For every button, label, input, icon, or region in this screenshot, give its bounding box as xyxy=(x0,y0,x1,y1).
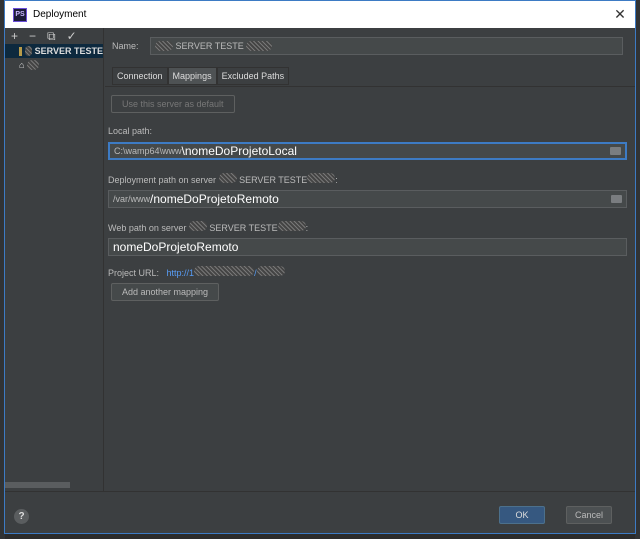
tab-connection[interactable]: Connection xyxy=(112,67,168,85)
redacted xyxy=(155,41,173,51)
title-bar: PS Deployment ✕ xyxy=(5,1,635,28)
project-url-link[interactable]: http://1 xyxy=(167,268,195,278)
dialog-footer: ? OK Cancel xyxy=(5,491,635,533)
server-item[interactable]: SERVER TESTE xyxy=(5,44,103,58)
redacted xyxy=(219,173,237,183)
server-list-panel: + − ⧉ ✓ SERVER TESTE ⌂ xyxy=(5,28,104,491)
copy-server-button[interactable]: ⧉ xyxy=(47,29,56,44)
deployment-path-input[interactable]: /var/www/nomeDoProjetoRemoto xyxy=(108,190,627,208)
sftp-icon xyxy=(19,47,22,56)
use-as-default-button[interactable]: Use this server as default xyxy=(111,95,235,113)
remove-server-button[interactable]: − xyxy=(29,29,36,43)
window-title: Deployment xyxy=(33,9,86,20)
name-input[interactable]: SERVER TESTE xyxy=(150,37,623,55)
redacted xyxy=(194,266,254,276)
redacted xyxy=(25,46,31,56)
add-server-button[interactable]: + xyxy=(11,29,18,43)
folder-icon[interactable] xyxy=(610,147,621,155)
tab-mappings[interactable]: Mappings xyxy=(168,67,217,85)
home-icon: ⌂ xyxy=(19,60,24,70)
add-mapping-button[interactable]: Add another mapping xyxy=(111,283,219,301)
server-config-panel: Name: SERVER TESTE Connection Mappings E… xyxy=(105,28,635,491)
deployment-dialog: PS Deployment ✕ + − ⧉ ✓ SERVER TESTE ⌂ N… xyxy=(4,0,636,534)
name-label: Name: xyxy=(112,41,139,51)
local-path-input[interactable]: C:\wamp64\www\nomeDoProjetoLocal xyxy=(108,142,627,160)
redacted xyxy=(189,221,207,231)
redacted xyxy=(27,60,39,70)
web-root-item[interactable]: ⌂ xyxy=(5,58,103,72)
redacted xyxy=(257,266,285,276)
phpstorm-icon: PS xyxy=(13,8,27,22)
web-path-label: Web path on server xyxy=(108,223,186,233)
local-path-label: Local path: xyxy=(108,126,627,136)
cancel-button[interactable]: Cancel xyxy=(566,506,612,524)
folder-icon[interactable] xyxy=(611,195,622,203)
project-url-label: Project URL: xyxy=(108,268,159,278)
web-path-input[interactable]: nomeDoProjetoRemoto xyxy=(108,238,627,256)
horizontal-scrollbar[interactable] xyxy=(5,482,70,488)
redacted xyxy=(246,41,272,51)
redacted xyxy=(307,173,335,183)
set-default-button[interactable]: ✓ xyxy=(67,29,77,43)
help-button[interactable]: ? xyxy=(14,509,29,524)
ok-button[interactable]: OK xyxy=(499,506,545,524)
tab-excluded-paths[interactable]: Excluded Paths xyxy=(217,67,290,85)
redacted xyxy=(278,221,306,231)
deployment-path-label: Deployment path on server xyxy=(108,175,216,185)
close-button[interactable]: ✕ xyxy=(605,6,635,23)
